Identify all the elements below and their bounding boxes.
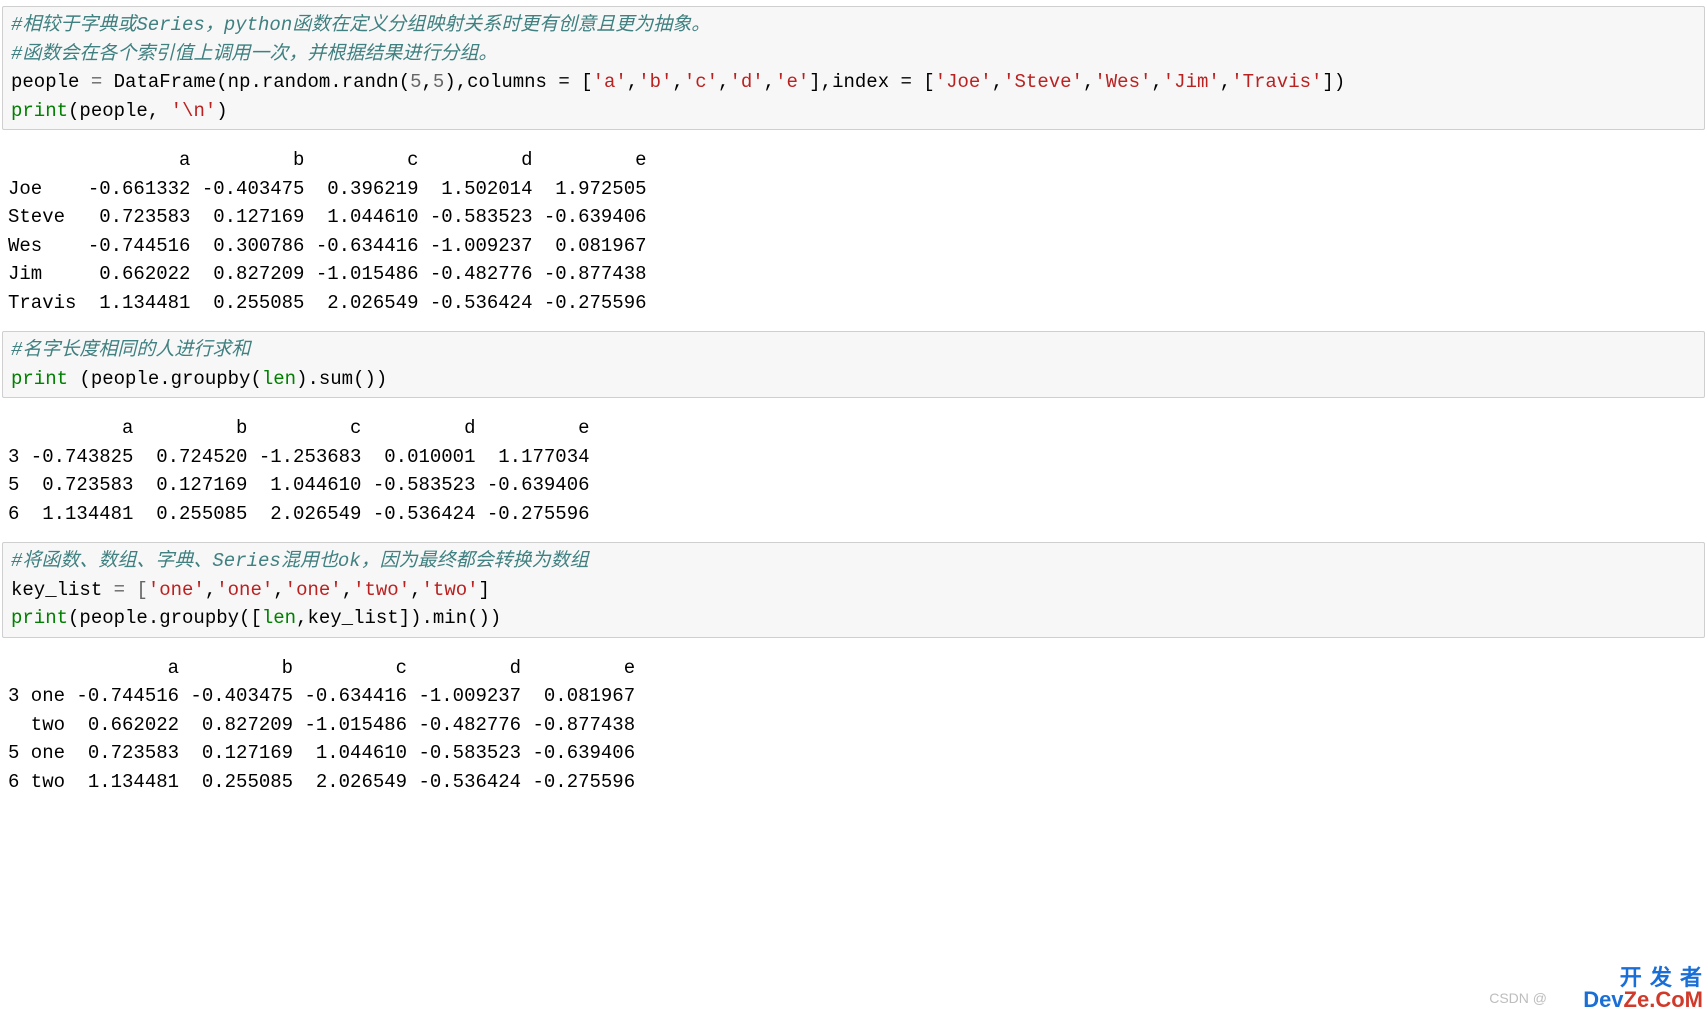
code-line: key_list = ['one','one','one','two','two… bbox=[11, 579, 490, 601]
output-block-3: a b c d e 3 one -0.744516 -0.403475 -0.6… bbox=[0, 644, 1707, 805]
watermark-line2: DevZe.CoM bbox=[1583, 989, 1703, 1011]
watermark-line1: 开 发 者 bbox=[1583, 967, 1703, 989]
code-line: print(people.groupby([len,key_list]).min… bbox=[11, 607, 501, 629]
comment-line: #名字长度相同的人进行求和 bbox=[11, 339, 250, 361]
code-line: people = DataFrame(np.random.randn(5,5),… bbox=[11, 71, 1345, 93]
comment-line: #函数会在各个索引值上调用一次，并根据结果进行分组。 bbox=[11, 43, 497, 65]
code-line: print (people.groupby(len).sum()) bbox=[11, 368, 387, 390]
output-block-1: a b c d e Joe -0.661332 -0.403475 0.3962… bbox=[0, 136, 1707, 325]
output-block-2: a b c d e 3 -0.743825 0.724520 -1.253683… bbox=[0, 404, 1707, 536]
csdn-watermark: CSDN @ bbox=[1489, 988, 1547, 1009]
code-cell-1: #相较于字典或Series，python函数在定义分组映射关系时更有创意且更为抽… bbox=[2, 6, 1705, 130]
comment-line: #将函数、数组、字典、Series混用也ok，因为最终都会转换为数组 bbox=[11, 550, 589, 572]
devze-watermark: 开 发 者 DevZe.CoM bbox=[1583, 967, 1703, 1011]
code-cell-2: #名字长度相同的人进行求和 print (people.groupby(len)… bbox=[2, 331, 1705, 398]
code-line: print(people, '\n') bbox=[11, 100, 228, 122]
comment-line: #相较于字典或Series，python函数在定义分组映射关系时更有创意且更为抽… bbox=[11, 14, 710, 36]
code-cell-3: #将函数、数组、字典、Series混用也ok，因为最终都会转换为数组 key_l… bbox=[2, 542, 1705, 638]
